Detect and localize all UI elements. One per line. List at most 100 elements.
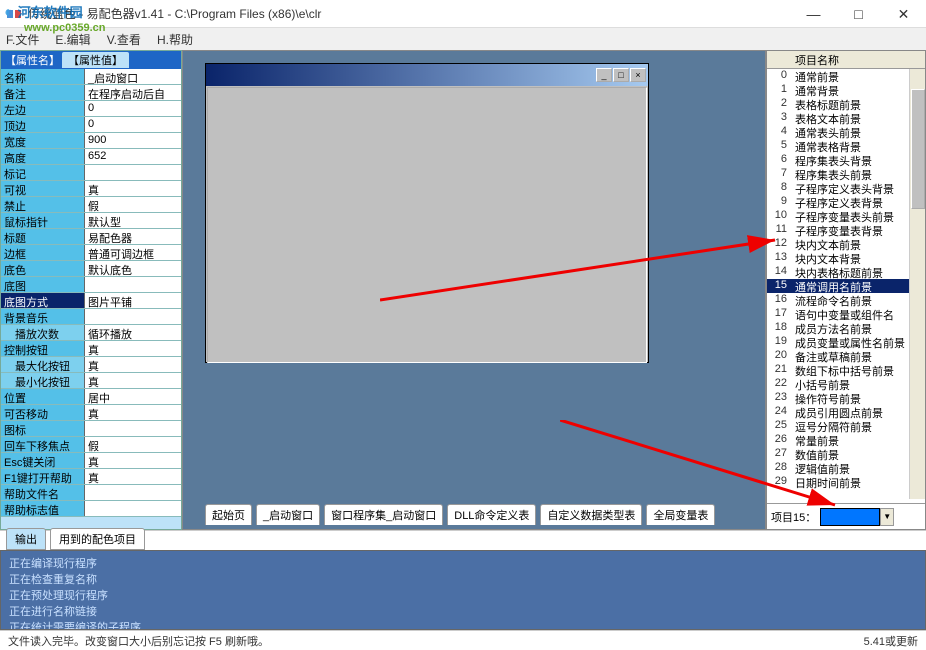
list-item[interactable]: 11子程序变量表背景 [767, 223, 925, 237]
prop-row[interactable]: 控制按钮真 [1, 341, 181, 357]
design-canvas[interactable]: _ □ × 起始页_启动窗口窗口程序集_启动窗口DLL命令定义表自定义数据类型表… [182, 50, 766, 530]
list-item[interactable]: 14块内表格标题前景 [767, 265, 925, 279]
list-item[interactable]: 28逻辑值前景 [767, 461, 925, 475]
prop-value[interactable]: 真 [85, 341, 181, 356]
prop-row[interactable]: 鼠标指针默认型 [1, 213, 181, 229]
prop-value[interactable]: 默认底色 [85, 261, 181, 276]
list-item[interactable]: 9子程序定义表背景 [767, 195, 925, 209]
prop-value[interactable]: 易配色器 [85, 229, 181, 244]
prop-row[interactable]: 备注在程序启动后自 [1, 85, 181, 101]
list-item[interactable]: 18成员方法名前景 [767, 321, 925, 335]
prop-value[interactable]: 默认型 [85, 213, 181, 228]
prop-row[interactable]: 图标 [1, 421, 181, 437]
prop-row[interactable]: 名称_启动窗口 [1, 69, 181, 85]
prop-value[interactable]: 真 [85, 453, 181, 468]
list-item[interactable]: 26常量前景 [767, 433, 925, 447]
list-item[interactable]: 2表格标题前景 [767, 97, 925, 111]
prop-value[interactable]: 真 [85, 357, 181, 372]
list-item[interactable]: 20备注或草稿前景 [767, 349, 925, 363]
property-list[interactable]: 名称_启动窗口备注在程序启动后自左边0顶边0宽度900高度652标记可视真禁止假… [1, 69, 181, 529]
prop-value[interactable] [85, 309, 181, 324]
list-item[interactable]: 29日期时间前景 [767, 475, 925, 489]
prop-value[interactable]: 居中 [85, 389, 181, 404]
prop-row[interactable]: 背景音乐 [1, 309, 181, 325]
list-item[interactable]: 3表格文本前景 [767, 111, 925, 125]
prop-value[interactable]: 普通可调边框 [85, 245, 181, 260]
list-item[interactable]: 16流程命令名前景 [767, 293, 925, 307]
prop-value[interactable]: 真 [85, 181, 181, 196]
design-window[interactable]: _ □ × [205, 63, 649, 363]
editor-tab[interactable]: DLL命令定义表 [447, 504, 536, 525]
editor-tab[interactable]: 起始页 [205, 504, 252, 525]
prop-value[interactable] [85, 165, 181, 180]
tab-used-colors[interactable]: 用到的配色项目 [50, 528, 145, 550]
prop-value[interactable]: 真 [85, 469, 181, 484]
menu-file[interactable]: F.文件 [6, 31, 39, 48]
prop-value[interactable]: _启动窗口 [85, 69, 181, 84]
prop-value[interactable]: 图片平铺 [85, 293, 181, 308]
list-item[interactable]: 12块内文本前景 [767, 237, 925, 251]
editor-tab[interactable]: 全局变量表 [646, 504, 715, 525]
menu-view[interactable]: V.查看 [107, 31, 141, 48]
prop-value[interactable]: 0 [85, 117, 181, 132]
list-item[interactable]: 21数组下标中括号前景 [767, 363, 925, 377]
dw-close-icon[interactable]: × [630, 68, 646, 82]
list-item[interactable]: 27数值前景 [767, 447, 925, 461]
list-item[interactable]: 25逗号分隔符前景 [767, 419, 925, 433]
prop-value[interactable]: 假 [85, 197, 181, 212]
list-item[interactable]: 10子程序变量表头前景 [767, 209, 925, 223]
prop-row[interactable]: 标记 [1, 165, 181, 181]
editor-tab[interactable]: 窗口程序集_启动窗口 [324, 504, 443, 525]
color-swatch[interactable] [820, 508, 880, 526]
list-item[interactable]: 22小括号前景 [767, 377, 925, 391]
maximize-button[interactable]: □ [836, 0, 881, 28]
list-item[interactable]: 1通常背景 [767, 83, 925, 97]
prop-value[interactable]: 在程序启动后自 [85, 85, 181, 100]
prop-value[interactable]: 循环播放 [85, 325, 181, 340]
prop-row[interactable]: 帮助标志值 [1, 501, 181, 517]
prop-value[interactable] [85, 501, 181, 516]
prop-value[interactable]: 652 [85, 149, 181, 164]
tab-output[interactable]: 输出 [6, 528, 46, 550]
prop-row[interactable]: 最小化按钮真 [1, 373, 181, 389]
prop-row[interactable]: F1键打开帮助真 [1, 469, 181, 485]
prop-row[interactable]: 底图方式图片平铺 [1, 293, 181, 309]
list-item[interactable]: 13块内文本背景 [767, 251, 925, 265]
prop-value[interactable] [85, 277, 181, 292]
prop-row[interactable]: 顶边0 [1, 117, 181, 133]
prop-row[interactable]: 底图 [1, 277, 181, 293]
prop-value[interactable] [85, 421, 181, 436]
prop-value[interactable]: 0 [85, 101, 181, 116]
dw-max-icon[interactable]: □ [613, 68, 629, 82]
close-button[interactable]: ✕ [881, 0, 926, 28]
prop-row[interactable]: 禁止假 [1, 197, 181, 213]
item-list[interactable]: 0通常前景1通常背景2表格标题前景3表格文本前景4通常表头前景5通常表格背景6程… [767, 69, 925, 503]
menu-help[interactable]: H.帮助 [157, 31, 193, 48]
list-item[interactable]: 6程序集表头背景 [767, 153, 925, 167]
list-item[interactable]: 0通常前景 [767, 69, 925, 83]
prop-row[interactable]: 播放次数循环播放 [1, 325, 181, 341]
editor-tab[interactable]: _启动窗口 [256, 504, 320, 525]
prop-row[interactable]: 回车下移焦点假 [1, 437, 181, 453]
prop-row[interactable]: 左边0 [1, 101, 181, 117]
menu-edit[interactable]: E.编辑 [55, 31, 90, 48]
prop-row[interactable]: 高度652 [1, 149, 181, 165]
minimize-button[interactable]: — [791, 0, 836, 28]
prop-row[interactable]: Esc键关闭真 [1, 453, 181, 469]
prop-value[interactable]: 真 [85, 405, 181, 420]
prop-row[interactable]: 最大化按钮真 [1, 357, 181, 373]
prop-value[interactable]: 900 [85, 133, 181, 148]
prop-row[interactable]: 底色默认底色 [1, 261, 181, 277]
scroll-thumb[interactable] [911, 89, 925, 209]
color-dropdown-icon[interactable]: ▼ [880, 508, 894, 526]
prop-value[interactable]: 假 [85, 437, 181, 452]
list-item[interactable]: 4通常表头前景 [767, 125, 925, 139]
prop-value[interactable]: 真 [85, 373, 181, 388]
list-item[interactable]: 17语句中变量或组件名 [767, 307, 925, 321]
prop-row[interactable]: 帮助文件名 [1, 485, 181, 501]
list-item[interactable]: 19成员变量或属性名前景 [767, 335, 925, 349]
prop-row[interactable]: 可否移动真 [1, 405, 181, 421]
list-item[interactable]: 24成员引用圆点前景 [767, 405, 925, 419]
list-item[interactable]: 15通常调用名前景 [767, 279, 925, 293]
prop-row[interactable]: 标题易配色器 [1, 229, 181, 245]
